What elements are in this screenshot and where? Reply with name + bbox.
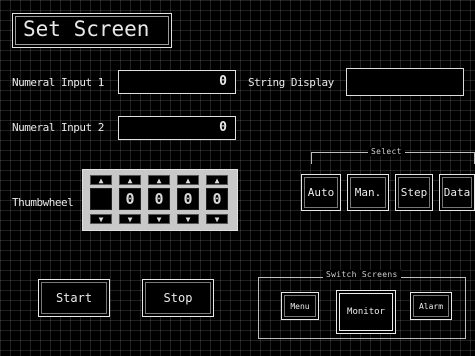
numeral-input-2-label: Numeral Input 2 (12, 121, 104, 134)
thumbwheel-digit-5: 0 (206, 188, 228, 210)
digit-3-up-button[interactable]: ▲ (148, 175, 170, 185)
switch-screens-title: Switch Screens (323, 270, 401, 279)
select-group-title: Select (368, 147, 405, 156)
numeral-input-2-field[interactable]: 0 (118, 116, 236, 140)
string-display-field (346, 68, 464, 96)
thumbwheel-digit-1 (90, 188, 112, 210)
thumbwheel-label: Thumbwheel (12, 196, 74, 209)
thumbwheel-digit-4: 0 (177, 188, 199, 210)
alarm-button[interactable]: Alarm (410, 292, 452, 320)
stop-button[interactable]: Stop (142, 279, 214, 317)
manual-button[interactable]: Man. (347, 174, 389, 211)
digit-3-down-button[interactable]: ▼ (148, 214, 170, 224)
thumbwheel-digit-2: 0 (119, 188, 141, 210)
digit-2-down-button[interactable]: ▼ (119, 214, 141, 224)
digit-4-up-button[interactable]: ▲ (177, 175, 199, 185)
menu-button[interactable]: Menu (281, 292, 319, 320)
digit-5-up-button[interactable]: ▲ (206, 175, 228, 185)
digit-4-down-button[interactable]: ▼ (177, 214, 199, 224)
auto-button[interactable]: Auto (301, 174, 341, 211)
digit-1-down-button[interactable]: ▼ (90, 214, 112, 224)
monitor-button[interactable]: Monitor (336, 290, 396, 334)
thumbwheel-digit-3: 0 (148, 188, 170, 210)
digit-1-up-button[interactable]: ▲ (90, 175, 112, 185)
digit-2-up-button[interactable]: ▲ (119, 175, 141, 185)
thumbwheel-switch[interactable]: ▲ ▼ ▲ 0 ▼ ▲ 0 ▼ ▲ 0 ▼ ▲ 0 ▼ (82, 169, 238, 231)
step-button[interactable]: Step (395, 174, 433, 211)
numeral-input-1-label: Numeral Input 1 (12, 76, 104, 89)
page-title: Set Screen (12, 13, 172, 48)
digit-5-down-button[interactable]: ▼ (206, 214, 228, 224)
data-button[interactable]: Data (439, 174, 475, 211)
string-display-label: String Display (248, 76, 334, 89)
start-button[interactable]: Start (38, 279, 110, 317)
numeral-input-1-field[interactable]: 0 (118, 70, 236, 94)
